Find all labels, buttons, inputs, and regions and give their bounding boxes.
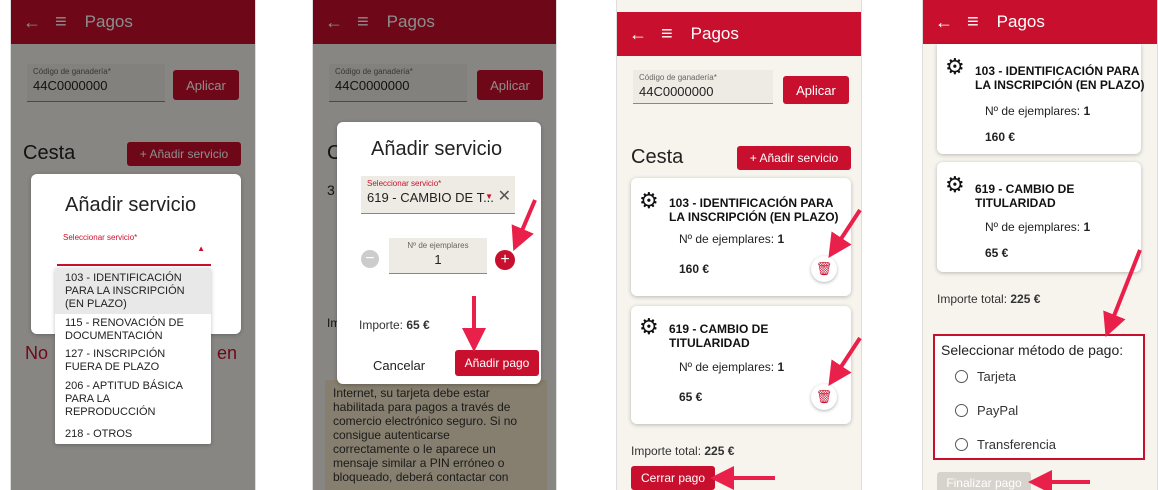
- arrow-icon: [828, 208, 862, 259]
- arrow-icon: [1103, 249, 1142, 338]
- annotation-arrows: [462, 199, 1142, 490]
- arrow-icon: [511, 199, 537, 252]
- arrow-icon: [828, 336, 862, 387]
